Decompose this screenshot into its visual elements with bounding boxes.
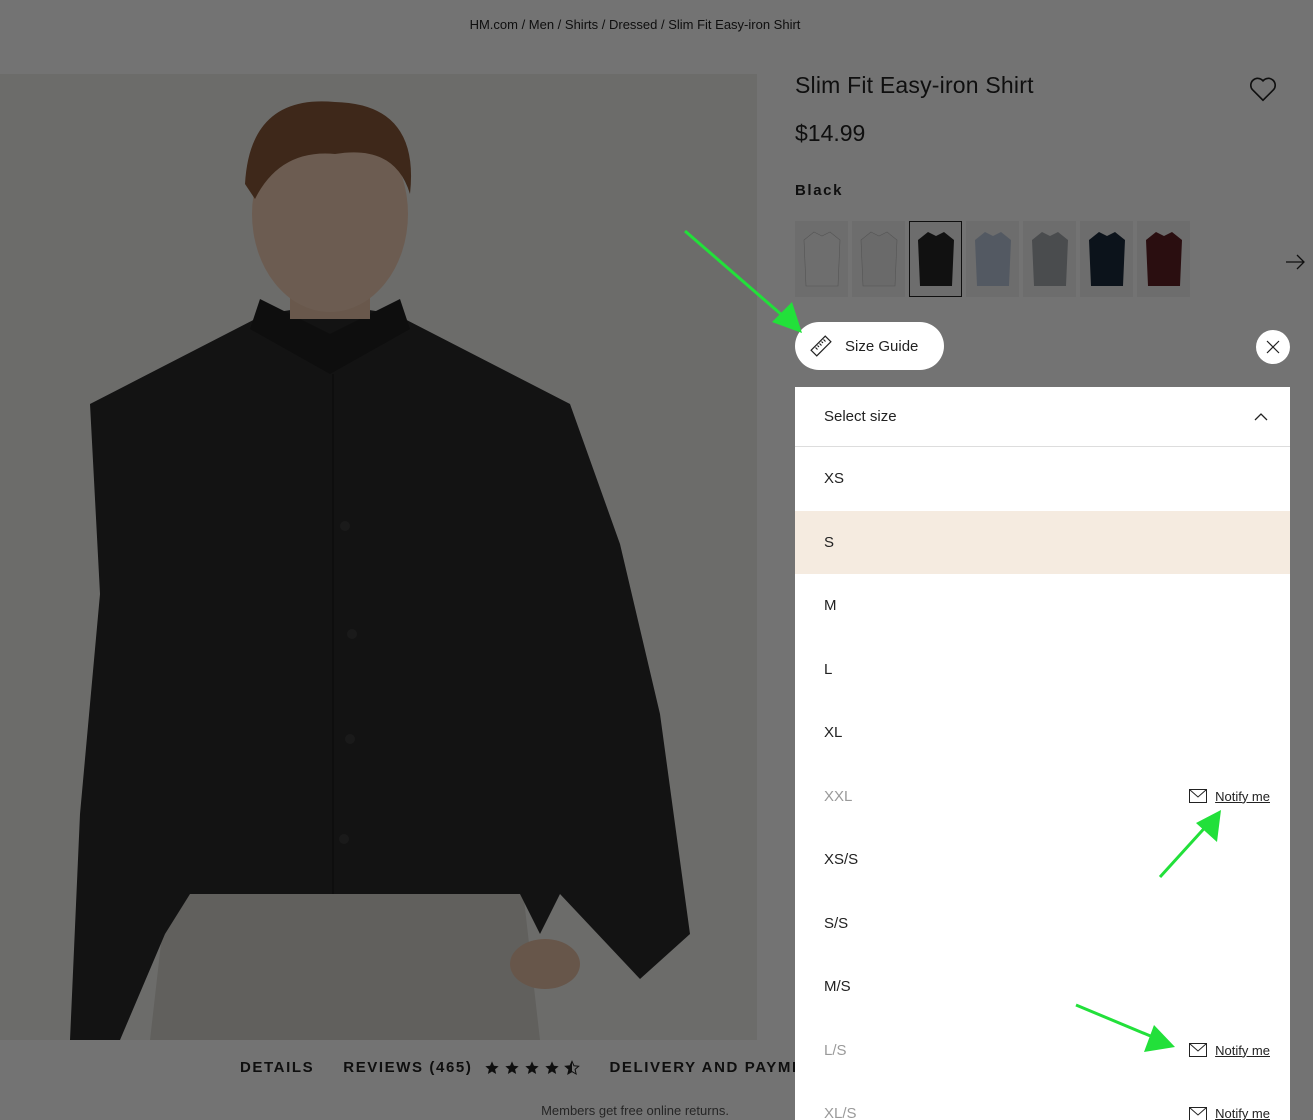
product-price: $14.99	[795, 120, 866, 146]
close-button[interactable]	[1256, 330, 1290, 364]
notify-me-label: Notify me	[1215, 788, 1270, 804]
size-select-label: Select size	[824, 408, 897, 425]
star-icon	[485, 1060, 500, 1074]
shirt-thumbnail-icon	[974, 232, 1011, 286]
size-option-label: XL/S	[824, 1105, 857, 1120]
tab-details[interactable]: DETAILS	[240, 1059, 314, 1076]
size-option-label: L/S	[824, 1041, 847, 1059]
star-icon	[525, 1060, 540, 1074]
product-title: Slim Fit Easy-iron Shirt	[795, 72, 1034, 98]
notify-me-label: Notify me	[1215, 1042, 1270, 1058]
tab-reviews-label: REVIEWS (465)	[343, 1059, 473, 1076]
shirt-thumbnail-icon	[1088, 232, 1125, 286]
size-dropdown: Select size XS S M L XL XXL Notify me XS/S S/S M/…	[795, 387, 1290, 1120]
size-option[interactable]: L/S Notify me	[795, 1019, 1290, 1083]
size-option[interactable]: M/S	[795, 955, 1290, 1019]
size-option[interactable]: S/S	[795, 892, 1290, 956]
envelope-icon	[1189, 789, 1208, 804]
selected-color-name: Black	[795, 182, 844, 199]
envelope-icon	[1189, 1043, 1208, 1058]
size-option[interactable]: S	[795, 510, 1290, 574]
notify-me-link[interactable]: Notify me	[1189, 789, 1270, 804]
color-swatch-selected[interactable]	[909, 221, 962, 297]
size-guide-label: Size Guide	[845, 337, 919, 355]
color-swatch[interactable]	[795, 221, 848, 297]
size-option[interactable]: M	[795, 574, 1290, 638]
color-swatch[interactable]	[1137, 221, 1190, 297]
chevron-up-icon	[1254, 412, 1268, 420]
size-option-label: XXL	[824, 787, 853, 805]
shirt-thumbnail-icon	[917, 232, 954, 286]
tab-reviews[interactable]: REVIEWS (465)	[343, 1059, 581, 1076]
rating-stars	[484, 1059, 581, 1076]
size-option[interactable]: XL/S Notify me	[795, 1082, 1290, 1120]
size-option-label: XL	[824, 724, 843, 742]
color-swatch[interactable]	[1023, 221, 1076, 297]
breadcrumb: HM.com / Men / Shirts / Dressed / Slim F…	[469, 17, 801, 32]
ruler-icon	[810, 335, 832, 357]
size-option-label: XS	[824, 470, 845, 488]
color-swatches	[795, 221, 1190, 297]
size-option-label: M	[824, 597, 837, 615]
star-icon	[505, 1060, 520, 1074]
shirt-thumbnail-icon	[803, 231, 840, 287]
size-option-label: S/S	[824, 914, 849, 932]
size-option[interactable]: L	[795, 638, 1290, 702]
size-option-label: XS/S	[824, 851, 859, 869]
color-swatch[interactable]	[852, 221, 905, 297]
size-option[interactable]: XS	[795, 447, 1290, 511]
size-option-label: M/S	[824, 978, 851, 996]
envelope-icon	[1189, 1106, 1208, 1120]
size-select-header[interactable]: Select size	[795, 387, 1290, 447]
model-wearing-shirt-illustration	[0, 74, 757, 1040]
shirt-thumbnail-icon	[1031, 232, 1068, 286]
size-option-label: S	[824, 533, 835, 551]
arrow-right-icon[interactable]	[1284, 252, 1306, 272]
notify-me-link[interactable]: Notify me	[1189, 1043, 1270, 1058]
shirt-thumbnail-icon	[1145, 232, 1182, 286]
half-star-icon	[564, 1059, 581, 1075]
size-option-list: XS S M L XL XXL Notify me XS/S S/S M/S L/S Notify m…	[795, 447, 1290, 1120]
color-swatch[interactable]	[1080, 221, 1133, 297]
color-swatch[interactable]	[966, 221, 1019, 297]
size-option-label: L	[824, 660, 833, 678]
close-icon	[1266, 340, 1280, 354]
shirt-thumbnail-icon	[860, 231, 897, 287]
size-option[interactable]: XXL Notify me	[795, 765, 1290, 829]
size-option[interactable]: XS/S	[795, 828, 1290, 892]
product-image[interactable]	[0, 74, 757, 1040]
size-guide-button[interactable]: Size Guide	[795, 322, 944, 370]
notify-me-link[interactable]: Notify me	[1189, 1106, 1270, 1120]
star-icon	[545, 1060, 560, 1074]
notify-me-label: Notify me	[1215, 1106, 1270, 1120]
heart-icon[interactable]	[1248, 74, 1278, 104]
size-option[interactable]: XL	[795, 701, 1290, 765]
